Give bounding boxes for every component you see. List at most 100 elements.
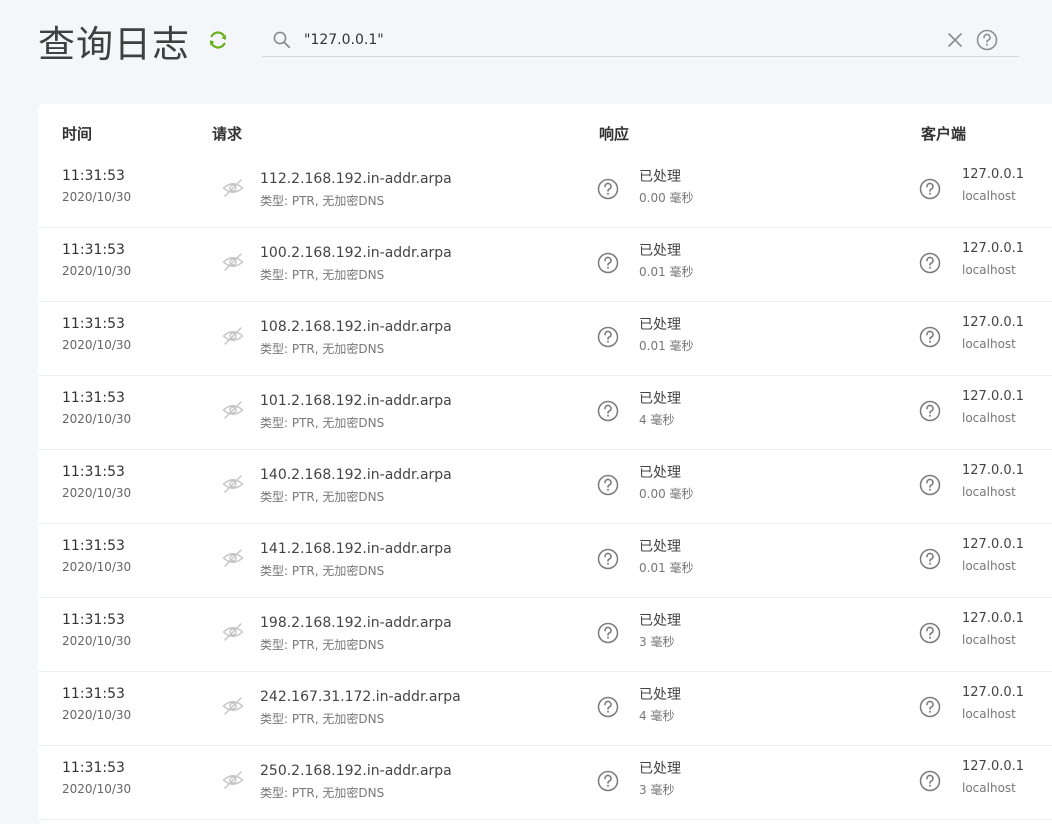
search-icon <box>272 30 292 50</box>
eye-slash-icon <box>221 472 245 496</box>
row-time: 11:31:53 <box>62 538 125 554</box>
row-date: 2020/10/30 <box>62 560 132 574</box>
row-domain: 198.2.168.192.in-addr.arpa <box>260 615 452 631</box>
table-row: 11:31:53 2020/10/30 140.2.168.192.in-addr.… <box>38 450 1052 524</box>
column-header-request: 请求 <box>212 125 243 143</box>
client-help-icon[interactable] <box>919 548 941 570</box>
row-elapsed: 3 毫秒 <box>639 783 675 797</box>
row-client-ip: 127.0.0.1 <box>962 167 1025 182</box>
table-row: 11:31:53 2020/10/30 108.2.168.192.in-addr.… <box>38 302 1052 376</box>
row-domain: 100.2.168.192.in-addr.arpa <box>260 245 452 261</box>
response-help-icon[interactable] <box>597 696 619 718</box>
table-row: 11:31:53 2020/10/30 101.2.168.192.in-addr.… <box>38 376 1052 450</box>
row-query-type: 类型: PTR, 无加密DNS <box>260 712 385 726</box>
row-client-name: localhost <box>962 485 1016 499</box>
eye-slash-icon <box>221 398 245 422</box>
row-client-name: localhost <box>962 337 1016 351</box>
row-client-name: localhost <box>962 263 1016 277</box>
row-client-ip: 127.0.0.1 <box>962 389 1025 404</box>
client-help-icon[interactable] <box>919 770 941 792</box>
row-client-ip: 127.0.0.1 <box>962 759 1025 774</box>
row-time: 11:31:53 <box>62 760 125 776</box>
search-input[interactable] <box>302 28 906 52</box>
row-date: 2020/10/30 <box>62 486 132 500</box>
table-row: 11:31:53 2020/10/30 141.2.168.192.in-addr.… <box>38 524 1052 598</box>
client-help-icon[interactable] <box>919 696 941 718</box>
row-client-name: localhost <box>962 633 1016 647</box>
row-status: 已处理 <box>639 465 681 481</box>
row-date: 2020/10/30 <box>62 708 132 722</box>
row-elapsed: 3 毫秒 <box>639 635 675 649</box>
response-help-icon[interactable] <box>597 400 619 422</box>
response-help-icon[interactable] <box>597 622 619 644</box>
row-time: 11:31:53 <box>62 390 125 406</box>
client-help-icon[interactable] <box>919 252 941 274</box>
table-row: 11:31:53 2020/10/30 242.167.31.172.in-addr… <box>38 672 1052 746</box>
row-domain: 242.167.31.172.in-addr.arpa <box>260 689 461 705</box>
row-query-type: 类型: PTR, 无加密DNS <box>260 194 385 208</box>
response-help-icon[interactable] <box>597 252 619 274</box>
client-help-icon[interactable] <box>919 326 941 348</box>
row-domain: 140.2.168.192.in-addr.arpa <box>260 467 452 483</box>
eye-slash-icon <box>221 176 245 200</box>
row-domain: 108.2.168.192.in-addr.arpa <box>260 319 452 335</box>
row-date: 2020/10/30 <box>62 264 132 278</box>
client-help-icon[interactable] <box>919 178 941 200</box>
row-elapsed: 0.00 毫秒 <box>639 191 694 205</box>
row-status: 已处理 <box>639 613 681 629</box>
row-status: 已处理 <box>639 317 681 333</box>
response-help-icon[interactable] <box>597 178 619 200</box>
row-time: 11:31:53 <box>62 242 125 258</box>
row-query-type: 类型: PTR, 无加密DNS <box>260 268 385 282</box>
eye-slash-icon <box>221 694 245 718</box>
row-domain: 112.2.168.192.in-addr.arpa <box>260 171 452 187</box>
row-client-ip: 127.0.0.1 <box>962 611 1025 626</box>
row-status: 已处理 <box>639 761 681 777</box>
client-help-icon[interactable] <box>919 622 941 644</box>
help-icon[interactable] <box>976 29 998 51</box>
table-row: 11:31:53 2020/10/30 100.2.168.192.in-addr.… <box>38 228 1052 302</box>
response-help-icon[interactable] <box>597 548 619 570</box>
table-row: 11:31:53 2020/10/30 112.2.168.192.in-addr.… <box>38 154 1052 228</box>
refresh-icon[interactable] <box>206 28 230 52</box>
table-row: 11:31:53 2020/10/30 198.2.168.192.in-addr.… <box>38 598 1052 672</box>
row-client-name: localhost <box>962 189 1016 203</box>
row-elapsed: 0.01 毫秒 <box>639 265 694 279</box>
eye-slash-icon <box>221 324 245 348</box>
row-client-name: localhost <box>962 411 1016 425</box>
row-query-type: 类型: PTR, 无加密DNS <box>260 786 385 800</box>
row-date: 2020/10/30 <box>62 338 132 352</box>
eye-slash-icon <box>221 768 245 792</box>
row-status: 已处理 <box>639 169 681 185</box>
row-query-type: 类型: PTR, 无加密DNS <box>260 490 385 504</box>
row-time: 11:31:53 <box>62 464 125 480</box>
row-query-type: 类型: PTR, 无加密DNS <box>260 342 385 356</box>
row-status: 已处理 <box>639 687 681 703</box>
row-client-name: localhost <box>962 559 1016 573</box>
row-client-ip: 127.0.0.1 <box>962 315 1025 330</box>
page-title: 查询日志 <box>38 23 190 66</box>
table-header: 时间 请求 响应 客户端 <box>38 104 1052 160</box>
row-elapsed: 0.00 毫秒 <box>639 487 694 501</box>
row-client-ip: 127.0.0.1 <box>962 537 1025 552</box>
row-client-ip: 127.0.0.1 <box>962 241 1025 256</box>
clear-icon[interactable] <box>946 31 964 49</box>
row-time: 11:31:53 <box>62 316 125 332</box>
row-time: 11:31:53 <box>62 686 125 702</box>
row-elapsed: 4 毫秒 <box>639 709 675 723</box>
row-domain: 141.2.168.192.in-addr.arpa <box>260 541 452 557</box>
row-elapsed: 4 毫秒 <box>639 413 675 427</box>
row-status: 已处理 <box>639 539 681 555</box>
response-help-icon[interactable] <box>597 770 619 792</box>
row-query-type: 类型: PTR, 无加密DNS <box>260 416 385 430</box>
client-help-icon[interactable] <box>919 474 941 496</box>
row-elapsed: 0.01 毫秒 <box>639 561 694 575</box>
client-help-icon[interactable] <box>919 400 941 422</box>
row-domain: 101.2.168.192.in-addr.arpa <box>260 393 452 409</box>
row-time: 11:31:53 <box>62 612 125 628</box>
row-status: 已处理 <box>639 391 681 407</box>
response-help-icon[interactable] <box>597 474 619 496</box>
row-client-name: localhost <box>962 707 1016 721</box>
row-status: 已处理 <box>639 243 681 259</box>
response-help-icon[interactable] <box>597 326 619 348</box>
